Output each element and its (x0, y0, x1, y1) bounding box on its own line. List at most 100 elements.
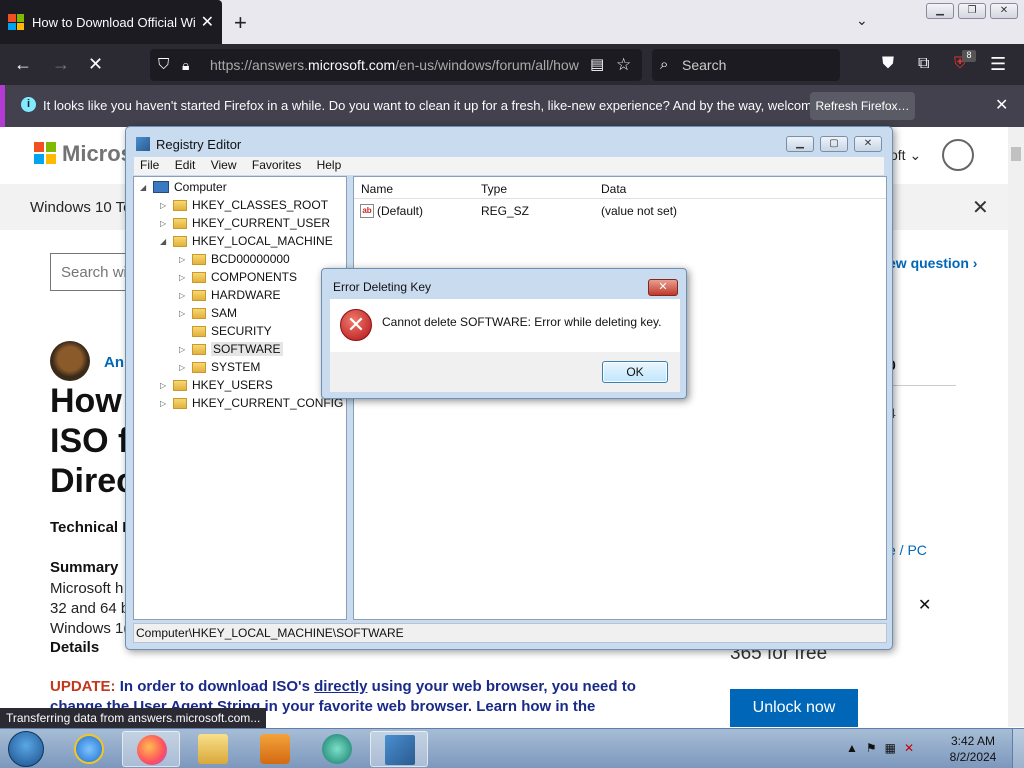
close-window-button[interactable]: ✕ (990, 3, 1018, 19)
minimize-button[interactable]: ▁ (926, 3, 954, 19)
tree-node-hive[interactable]: ▷ HKEY_CLASSES_ROOT (160, 197, 328, 213)
expand-arrow-icon[interactable]: ▷ (160, 201, 170, 210)
tree-node-key[interactable]: ▷ COMPONENTS (179, 269, 297, 285)
refresh-firefox-button[interactable]: Refresh Firefox… (810, 92, 915, 120)
internet-explorer-icon (74, 734, 104, 764)
collapse-arrow-icon[interactable]: ◢ (160, 237, 170, 246)
microsoft-favicon-icon (8, 14, 24, 30)
url-bar[interactable]: ⛉ 🔒︎ https://answers.microsoft.com/en-us… (150, 49, 642, 81)
taskbar-clock[interactable]: 3:42 AM 8/2/2024 (940, 733, 1006, 765)
pocket-icon[interactable]: ⛊ (882, 52, 894, 76)
stop-loading-icon[interactable]: ✕ (88, 52, 103, 76)
tree-node-hive[interactable]: ◢ HKEY_LOCAL_MACHINE (160, 233, 333, 249)
error-dialog-close-button[interactable]: ✕ (648, 279, 678, 296)
expand-arrow-icon[interactable]: ▷ (160, 399, 170, 408)
back-icon[interactable]: ← (14, 52, 32, 76)
taskbar-internet-explorer[interactable] (60, 731, 118, 767)
unlock-now-button[interactable]: Unlock now (730, 689, 858, 727)
ok-button[interactable]: OK (602, 361, 668, 383)
value-row[interactable]: ab (Default) REG_SZ (value not set) (354, 204, 886, 222)
right-panel-links[interactable]: e / PC (888, 542, 927, 558)
tree-node-key[interactable]: ▷ BCD00000000 (179, 251, 290, 267)
show-hidden-icons-icon[interactable]: ▲ (846, 741, 866, 755)
column-name[interactable]: Name (361, 182, 393, 196)
tree-node-hive[interactable]: ▷ HKEY_USERS (160, 377, 273, 393)
summary-line: Microsoft h (50, 580, 124, 597)
start-button[interactable] (8, 731, 44, 767)
browser-tab[interactable]: How to Download Official Windows ✕ (0, 0, 222, 44)
taskbar-registry-editor[interactable] (370, 731, 428, 767)
tracking-protection-icon[interactable]: ⛉ (158, 53, 169, 77)
tree-label: HKEY_USERS (192, 378, 273, 392)
regedit-maximize-button[interactable]: ▢ (820, 136, 848, 152)
ask-question-link[interactable]: ew question › (888, 255, 977, 271)
bookmark-star-icon[interactable]: ☆ (616, 53, 631, 77)
forward-icon[interactable]: → (52, 52, 70, 76)
extensions-icon[interactable]: ⧉ (918, 52, 929, 76)
promo-close-icon[interactable]: ✕ (918, 595, 931, 615)
column-data[interactable]: Data (601, 182, 626, 196)
expand-arrow-icon[interactable]: ▷ (179, 363, 189, 372)
reader-view-icon[interactable]: ▤ (590, 53, 604, 77)
action-center-flag-icon[interactable]: ⚑ (866, 741, 885, 755)
tree-label: SECURITY (211, 324, 272, 338)
expand-arrow-icon[interactable]: ▷ (179, 291, 189, 300)
taskbar-explorer[interactable] (184, 731, 242, 767)
registry-tree[interactable]: ◢ Computer ▷ HKEY_CLASSES_ROOT ▷ HKEY_CURRE… (133, 176, 347, 620)
menu-edit[interactable]: Edit (169, 157, 202, 173)
expand-arrow-icon[interactable]: ▷ (160, 381, 170, 390)
scrollbar-thumb[interactable] (1011, 147, 1021, 161)
url-text[interactable]: https://answers.microsoft.com/en-us/wind… (210, 57, 590, 73)
tree-node-key[interactable]: ▷ SAM (179, 305, 237, 321)
expand-arrow-icon[interactable]: ▷ (179, 255, 189, 264)
expand-arrow-icon[interactable]: ▷ (179, 309, 189, 318)
menu-view[interactable]: View (205, 157, 243, 173)
notification-close-icon[interactable]: ✕ (995, 95, 1008, 115)
tree-node-hive[interactable]: ▷ HKEY_CURRENT_CONFIG (160, 395, 343, 411)
banner-close-icon[interactable]: ✕ (972, 195, 989, 220)
tree-node-key[interactable]: ▷ SYSTEM (179, 359, 260, 375)
taskbar-app[interactable] (308, 731, 366, 767)
volume-muted-icon[interactable]: ✕ (904, 741, 922, 755)
author-avatar[interactable] (50, 341, 90, 381)
expand-arrow-icon[interactable]: ▷ (179, 273, 189, 282)
tree-node-hive[interactable]: ▷ HKEY_CURRENT_USER (160, 215, 330, 231)
network-icon[interactable]: ▦ (885, 741, 904, 755)
extension-badge: 8 (962, 50, 976, 62)
column-type[interactable]: Type (481, 182, 507, 196)
tree-node-key[interactable]: ▷ HARDWARE (179, 287, 281, 303)
tree-label: HKEY_CURRENT_USER (192, 216, 331, 230)
lock-icon[interactable]: 🔒︎ (182, 53, 189, 77)
regedit-minimize-button[interactable]: ▁ (786, 136, 814, 152)
expand-arrow-icon[interactable]: ▷ (179, 345, 189, 354)
list-all-tabs-icon[interactable]: ⌄ (856, 12, 868, 29)
taskbar-media-player[interactable] (246, 731, 304, 767)
tree-node-computer[interactable]: ◢ Computer (140, 179, 227, 195)
tree-node-key[interactable]: SECURITY (179, 323, 272, 339)
tree-label: BCD00000000 (211, 252, 290, 266)
new-tab-button[interactable]: + (234, 10, 247, 36)
menu-file[interactable]: File (134, 157, 165, 173)
system-tray[interactable]: ▲⚑▦✕ (846, 741, 922, 755)
show-desktop-button[interactable] (1012, 729, 1024, 768)
restore-button[interactable]: ❐ (958, 3, 986, 19)
menu-favorites[interactable]: Favorites (246, 157, 307, 173)
taskbar-firefox[interactable] (122, 731, 180, 767)
technical-level: Technical L (50, 519, 132, 536)
account-menu[interactable]: oft ⌄ (890, 147, 921, 164)
product-breadcrumb[interactable]: Windows 10 To (30, 199, 131, 216)
clock-date: 8/2/2024 (949, 750, 997, 764)
menu-icon[interactable]: ☰ (990, 52, 1006, 76)
collapse-arrow-icon[interactable]: ◢ (140, 183, 150, 192)
menu-help[interactable]: Help (311, 157, 348, 173)
page-scrollbar[interactable] (1008, 127, 1024, 727)
tab-close-icon[interactable]: ✕ (201, 12, 214, 32)
directly-link[interactable]: directly (314, 678, 367, 695)
microsoft-logo-icon[interactable] (34, 142, 56, 164)
search-bar[interactable]: ⌕ Search (652, 49, 840, 81)
tree-node-key-selected[interactable]: ▷ SOFTWARE (179, 341, 283, 357)
expand-arrow-icon[interactable]: ▷ (160, 219, 170, 228)
regedit-close-button[interactable]: ✕ (854, 136, 882, 152)
author-name[interactable]: An (104, 354, 124, 371)
profile-avatar-icon[interactable] (942, 139, 974, 171)
